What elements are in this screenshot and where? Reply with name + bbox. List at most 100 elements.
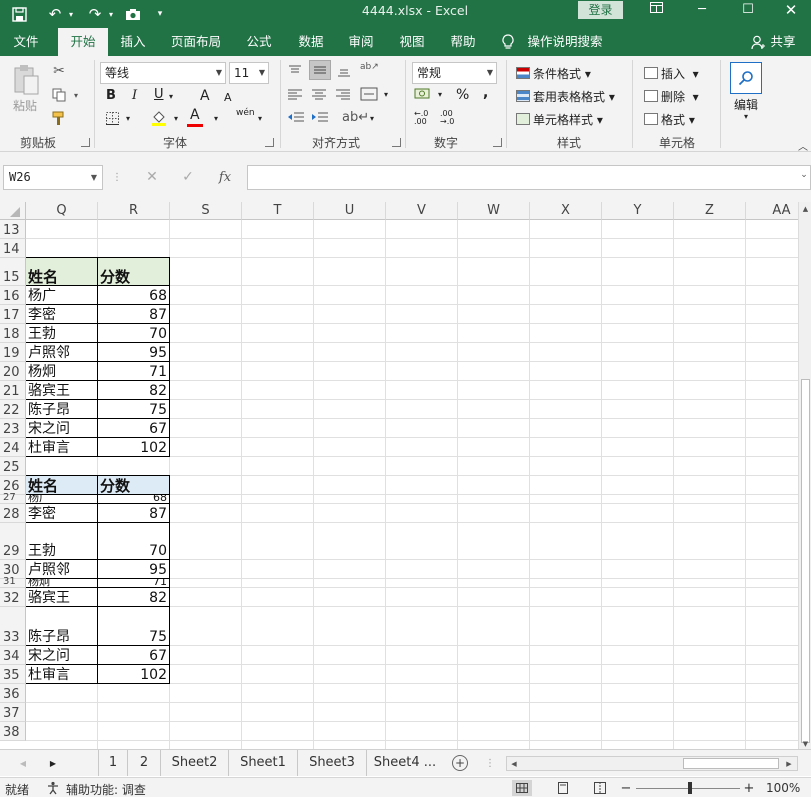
column-header[interactable]: AA bbox=[746, 202, 798, 220]
row-header[interactable]: 34 bbox=[0, 646, 26, 665]
align-center-icon[interactable] bbox=[311, 88, 327, 105]
cell-styles-button[interactable]: 单元格样式 ▾ bbox=[516, 111, 603, 128]
row-header[interactable]: 15 bbox=[0, 258, 26, 286]
table-cell-name[interactable]: 陈子昂 bbox=[26, 400, 98, 419]
increase-decimal-button[interactable]: ←.0 .00 bbox=[414, 110, 438, 126]
table-header-name[interactable]: 姓名 bbox=[26, 476, 98, 495]
scroll-left-icon[interactable]: ◀ bbox=[508, 758, 520, 770]
row-header[interactable]: 20 bbox=[0, 362, 26, 381]
font-color-dropdown-icon[interactable]: ▾ bbox=[212, 114, 220, 123]
bold-button[interactable]: B bbox=[106, 88, 116, 103]
table-cell-name[interactable]: 卢照邻 bbox=[26, 560, 98, 579]
tab-home[interactable]: 开始 bbox=[58, 28, 108, 56]
column-header[interactable]: X bbox=[530, 202, 602, 220]
table-cell-score[interactable]: 95 bbox=[98, 560, 170, 579]
sheet-tab-2[interactable]: 2 bbox=[128, 750, 161, 776]
row-header[interactable]: 25 bbox=[0, 457, 26, 476]
table-cell-score[interactable]: 75 bbox=[98, 607, 170, 646]
cut-icon[interactable]: ✂ bbox=[50, 62, 68, 80]
enter-icon[interactable]: ✓ bbox=[178, 167, 198, 187]
column-header[interactable]: Q bbox=[26, 202, 98, 220]
tab-view[interactable]: 视图 bbox=[391, 28, 433, 56]
table-cell-score[interactable]: 87 bbox=[98, 504, 170, 523]
table-cell-score[interactable]: 102 bbox=[98, 438, 170, 457]
table-cell-name[interactable]: 李密 bbox=[26, 504, 98, 523]
copy-icon[interactable] bbox=[50, 86, 68, 104]
fill-dropdown-icon[interactable]: ▾ bbox=[172, 114, 180, 123]
font-size-select[interactable]: 11 ▼ bbox=[229, 62, 269, 84]
tab-page-layout[interactable]: 页面布局 bbox=[165, 28, 227, 56]
column-header[interactable]: S bbox=[170, 202, 242, 220]
table-cell-score[interactable]: 67 bbox=[98, 646, 170, 665]
table-cell-score[interactable]: 82 bbox=[98, 588, 170, 607]
comma-button[interactable]: , bbox=[483, 85, 488, 101]
table-cell-score[interactable]: 70 bbox=[98, 523, 170, 560]
table-cell-score[interactable]: 70 bbox=[98, 324, 170, 343]
increase-indent-icon[interactable] bbox=[311, 111, 329, 128]
tab-splitter-icon[interactable]: ⋮ bbox=[485, 757, 495, 769]
borders-dropdown-icon[interactable]: ▾ bbox=[124, 114, 132, 123]
row-header[interactable]: 36 bbox=[0, 684, 26, 703]
tab-file[interactable]: 文件 bbox=[4, 28, 48, 56]
table-cell-name[interactable]: 杜审言 bbox=[26, 438, 98, 457]
table-cell-score[interactable]: 87 bbox=[98, 305, 170, 324]
row-header[interactable]: 32 bbox=[0, 588, 26, 607]
italic-button[interactable]: I bbox=[132, 88, 137, 103]
table-cell-name[interactable]: 陈子昂 bbox=[26, 607, 98, 646]
table-cell-score[interactable]: 71 bbox=[98, 579, 170, 588]
decrease-decimal-button[interactable]: .00 →.0 bbox=[440, 110, 464, 126]
add-sheet-icon[interactable]: + bbox=[452, 755, 468, 771]
merge-dropdown-icon[interactable]: ▾ bbox=[382, 90, 390, 99]
font-name-select[interactable]: 等线 ▼ bbox=[100, 62, 226, 84]
column-header[interactable]: T bbox=[242, 202, 314, 220]
scroll-down-icon[interactable]: ▼ bbox=[800, 739, 811, 749]
scroll-up-icon[interactable]: ▲ bbox=[800, 204, 811, 214]
currency-icon[interactable] bbox=[414, 87, 432, 104]
login-button[interactable]: 登录 bbox=[578, 1, 623, 19]
horizontal-scroll-thumb[interactable] bbox=[683, 758, 779, 769]
row-header[interactable]: 13 bbox=[0, 220, 26, 239]
align-top-icon[interactable] bbox=[287, 64, 303, 81]
column-header[interactable]: R bbox=[98, 202, 170, 220]
tab-formulas[interactable]: 公式 bbox=[238, 28, 280, 56]
row-header[interactable]: 28 bbox=[0, 504, 26, 523]
share-button[interactable]: 共享 bbox=[768, 28, 798, 56]
redo-dropdown-icon[interactable]: ▾ bbox=[106, 0, 116, 28]
table-cell-name[interactable]: 骆宾王 bbox=[26, 381, 98, 400]
font-launcher-icon[interactable]: ↘ bbox=[265, 138, 274, 147]
table-cell-name[interactable]: 杨炯 bbox=[26, 579, 98, 588]
zoom-level[interactable]: 100% bbox=[766, 781, 800, 795]
close-icon[interactable]: ✕ bbox=[768, 0, 811, 22]
fill-color-icon[interactable] bbox=[150, 110, 168, 126]
clipboard-launcher-icon[interactable]: ↘ bbox=[81, 138, 90, 147]
table-header-score[interactable]: 分数 bbox=[98, 258, 170, 286]
column-header[interactable]: W bbox=[458, 202, 530, 220]
row-header[interactable]: 17 bbox=[0, 305, 26, 324]
format-cells-button[interactable]: 格式 ▾ bbox=[644, 111, 695, 128]
insert-cells-button[interactable]: 插入 ▾ bbox=[644, 65, 699, 82]
table-cell-name[interactable]: 宋之问 bbox=[26, 419, 98, 438]
row-header[interactable]: 23 bbox=[0, 419, 26, 438]
number-launcher-icon[interactable]: ↘ bbox=[493, 138, 502, 147]
prev-sheet-icon[interactable]: ◀ bbox=[18, 757, 28, 769]
row-header[interactable]: 16 bbox=[0, 286, 26, 305]
align-bottom-icon[interactable] bbox=[336, 64, 352, 81]
insert-function-icon[interactable]: fx bbox=[214, 167, 236, 187]
accessibility-icon[interactable] bbox=[46, 781, 60, 795]
next-sheet-icon[interactable]: ▶ bbox=[48, 757, 58, 769]
table-cell-score[interactable]: 82 bbox=[98, 381, 170, 400]
row-header[interactable]: 24 bbox=[0, 438, 26, 457]
zoom-out-icon[interactable]: − bbox=[620, 780, 632, 796]
formula-input[interactable] bbox=[247, 165, 811, 190]
conditional-format-button[interactable]: 条件格式 ▾ bbox=[516, 65, 591, 82]
row-header[interactable]: 35 bbox=[0, 665, 26, 684]
table-cell-score[interactable]: 75 bbox=[98, 400, 170, 419]
sheet-tab-sheet2[interactable]: Sheet2 bbox=[161, 750, 229, 776]
select-all-corner[interactable] bbox=[0, 202, 26, 220]
column-header[interactable]: Y bbox=[602, 202, 674, 220]
align-left-icon[interactable] bbox=[287, 88, 303, 105]
table-cell-score[interactable]: 68 bbox=[98, 286, 170, 305]
zoom-in-icon[interactable]: + bbox=[743, 780, 755, 796]
row-header[interactable]: 31 bbox=[0, 576, 26, 588]
horizontal-scrollbar[interactable]: ◀ ▶ bbox=[506, 756, 798, 771]
